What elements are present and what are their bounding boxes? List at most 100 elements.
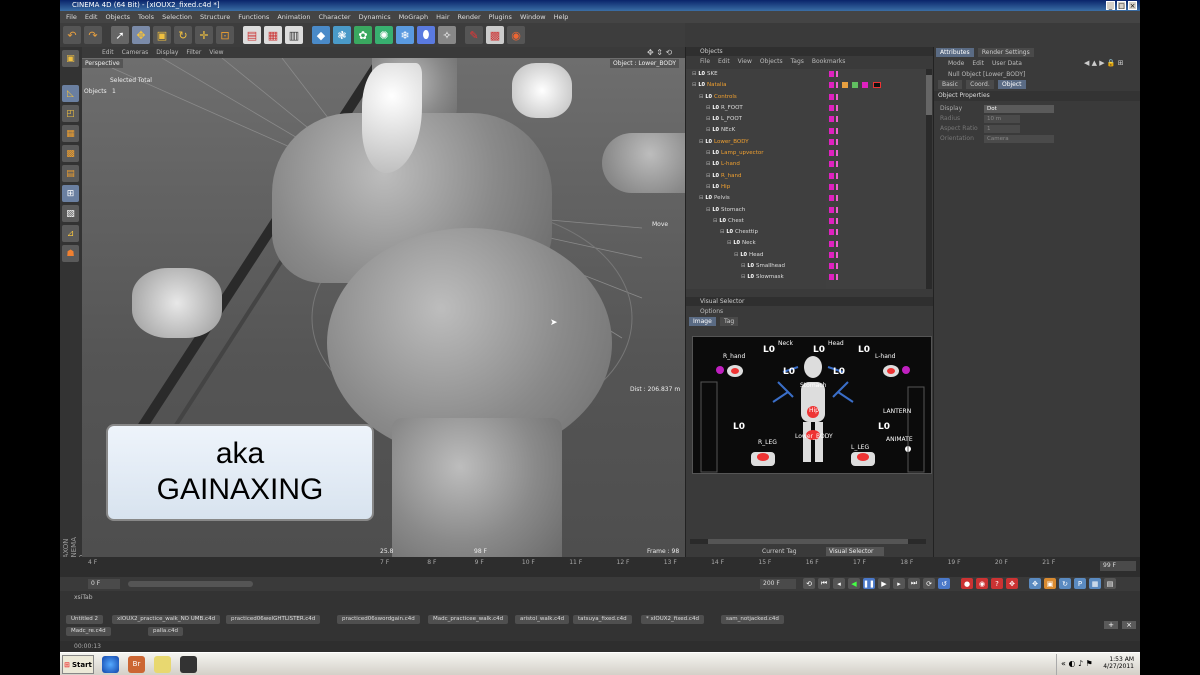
- menu-plugins[interactable]: Plugins: [489, 11, 512, 23]
- max-frame-field[interactable]: 200 F: [760, 579, 796, 589]
- visibility-dots[interactable]: [836, 217, 838, 224]
- layer-color-swatch[interactable]: [829, 206, 834, 213]
- pen-tool-icon[interactable]: ✎: [465, 26, 483, 44]
- light-icon[interactable]: ✧: [438, 26, 456, 44]
- visibility-dots[interactable]: [836, 184, 838, 190]
- close-tab-icon[interactable]: ×: [1122, 621, 1136, 629]
- layer-color-swatch[interactable]: [829, 251, 834, 258]
- scale-key-icon[interactable]: ▣: [1044, 578, 1056, 589]
- object-tree-item[interactable]: ⊟ L0 Chesttip: [686, 227, 826, 238]
- render-picture-icon[interactable]: ▦: [264, 26, 282, 44]
- timeline-icon[interactable]: ▩: [486, 26, 504, 44]
- object-tree-item[interactable]: ⊟ L0 Lower_BODY: [686, 137, 826, 148]
- layer-color-swatch[interactable]: [829, 93, 834, 100]
- object-tree-item[interactable]: ⊟ L0 Slowmask: [686, 272, 826, 283]
- deformer-icon[interactable]: ✺: [375, 26, 393, 44]
- viewport-menu-cameras[interactable]: Cameras: [122, 47, 149, 58]
- camera-icon[interactable]: ⬮: [417, 26, 435, 44]
- coordinate-system-icon[interactable]: ⊡: [216, 26, 234, 44]
- redo-icon[interactable]: ↷: [84, 26, 102, 44]
- last-frame-icon[interactable]: ⏭: [908, 578, 920, 589]
- menu-dynamics[interactable]: Dynamics: [359, 11, 391, 23]
- tab-attributes[interactable]: Attributes: [936, 48, 974, 57]
- visibility-dots[interactable]: [836, 116, 838, 123]
- visual-selector-image[interactable]: R_hand Neck Head L-hand Stomach Hip LANT…: [692, 336, 932, 474]
- visibility-dots[interactable]: [836, 263, 838, 270]
- bridge-app-icon[interactable]: Br: [128, 656, 145, 673]
- object-tree-scrollbar[interactable]: [926, 69, 932, 289]
- menu-hair[interactable]: Hair: [436, 11, 449, 23]
- subtab-coord[interactable]: Coord.: [966, 80, 994, 89]
- visual-selector-scrollbar[interactable]: [690, 539, 926, 544]
- layer-color-swatch[interactable]: [829, 184, 834, 190]
- file-tab[interactable]: Untitled 2: [66, 615, 104, 624]
- object-tree-item[interactable]: ⊟ L0 Head: [686, 250, 826, 261]
- layer-color-swatch[interactable]: [829, 71, 834, 77]
- object-tree-item[interactable]: ⊟ L0 R_hand: [686, 171, 826, 182]
- layer-color-swatch[interactable]: [829, 150, 834, 157]
- menu-edit[interactable]: Edit: [85, 11, 98, 23]
- radius-field[interactable]: 10 m: [984, 115, 1020, 123]
- edges-mode-icon[interactable]: ▩: [62, 145, 79, 162]
- om-menu-edit[interactable]: Edit: [718, 56, 730, 67]
- scale-tool-icon[interactable]: ▣: [153, 26, 171, 44]
- layer-color-swatch[interactable]: [829, 82, 834, 89]
- move-key-icon[interactable]: ✥: [1029, 578, 1041, 589]
- object-tree-item[interactable]: ⊟ L0 Smallhead: [686, 261, 826, 272]
- om-menu-view[interactable]: View: [738, 56, 752, 67]
- visibility-dots[interactable]: [836, 93, 838, 100]
- layer-color-swatch[interactable]: [829, 116, 834, 123]
- tab-render-settings[interactable]: Render Settings: [977, 48, 1034, 57]
- tray-icons[interactable]: « ◐ ♪ ⚑: [1061, 659, 1093, 668]
- layer-color-swatch[interactable]: [829, 172, 834, 179]
- go-to-start-icon[interactable]: ⟲: [803, 578, 815, 589]
- object-tree-item[interactable]: ⊟ L0 Controls: [686, 92, 826, 103]
- timeline-ruler[interactable]: 4 F 7 F 8 F 9 F 10 F 11 F 12 F 13 F 14 F 15 F 16 F…: [60, 557, 1140, 577]
- autokey-icon[interactable]: ◉: [976, 578, 988, 589]
- subtab-basic[interactable]: Basic: [938, 80, 962, 89]
- layer-color-swatch[interactable]: [829, 104, 834, 111]
- menu-file[interactable]: File: [66, 11, 77, 23]
- file-tab[interactable]: tatsuya_fixed.c4d: [573, 615, 632, 624]
- visibility-dots[interactable]: [836, 71, 838, 77]
- visibility-dots[interactable]: [836, 161, 838, 168]
- file-tab[interactable]: Madc_practicee_walk.c4d: [428, 615, 509, 624]
- scene-icon[interactable]: ❄: [396, 26, 414, 44]
- checker-icon[interactable]: ▧: [62, 205, 79, 222]
- timeline-end-field[interactable]: 99 F: [1100, 561, 1136, 571]
- current-tag-select[interactable]: Visual Selector: [826, 547, 884, 556]
- om-menu-file[interactable]: File: [700, 56, 710, 67]
- first-frame-icon[interactable]: ⏮: [818, 578, 830, 589]
- visibility-dots[interactable]: [836, 206, 838, 213]
- object-tree-item[interactable]: ⊟ L0 Pelvis: [686, 193, 826, 204]
- keyframe-selection-icon[interactable]: ?: [991, 578, 1003, 589]
- points-mode-icon[interactable]: ▦: [62, 125, 79, 142]
- om-menu-bookmarks[interactable]: Bookmarks: [812, 56, 846, 67]
- axis-cross-icon[interactable]: ✛: [195, 26, 213, 44]
- om-menu-tags[interactable]: Tags: [791, 56, 804, 67]
- polygons-mode-icon[interactable]: ▤: [62, 165, 79, 182]
- viewport-menu-edit[interactable]: Edit: [102, 47, 114, 58]
- visibility-dots[interactable]: [836, 240, 838, 247]
- close-button[interactable]: ×: [1128, 1, 1137, 10]
- menu-structure[interactable]: Structure: [200, 11, 230, 23]
- visibility-dots[interactable]: [836, 82, 838, 89]
- start-button[interactable]: ⊞ Start: [62, 655, 94, 674]
- texture-mode-icon[interactable]: ◰: [62, 105, 79, 122]
- aspect-ratio-field[interactable]: 1: [984, 125, 1020, 133]
- menu-mograph[interactable]: MoGraph: [399, 11, 429, 23]
- subtab-object[interactable]: Object: [997, 80, 1026, 89]
- render-view-icon[interactable]: ▤: [243, 26, 261, 44]
- pause-icon[interactable]: ❚❚: [863, 578, 875, 589]
- menu-selection[interactable]: Selection: [162, 11, 192, 23]
- visual-selector-options[interactable]: Options: [686, 306, 933, 317]
- object-tree-item[interactable]: ⊟ L0 Chest: [686, 216, 826, 227]
- file-tab[interactable]: * xIOUX2_fixed.c4d: [641, 615, 704, 624]
- display-select[interactable]: Dot: [984, 105, 1054, 113]
- layer-color-swatch[interactable]: [829, 240, 834, 247]
- visibility-dots[interactable]: [836, 229, 838, 236]
- pla-key-icon[interactable]: ▦: [1089, 578, 1101, 589]
- layer-color-swatch[interactable]: [829, 217, 834, 224]
- render-settings-icon[interactable]: ▥: [285, 26, 303, 44]
- nurbs-icon[interactable]: ❃: [333, 26, 351, 44]
